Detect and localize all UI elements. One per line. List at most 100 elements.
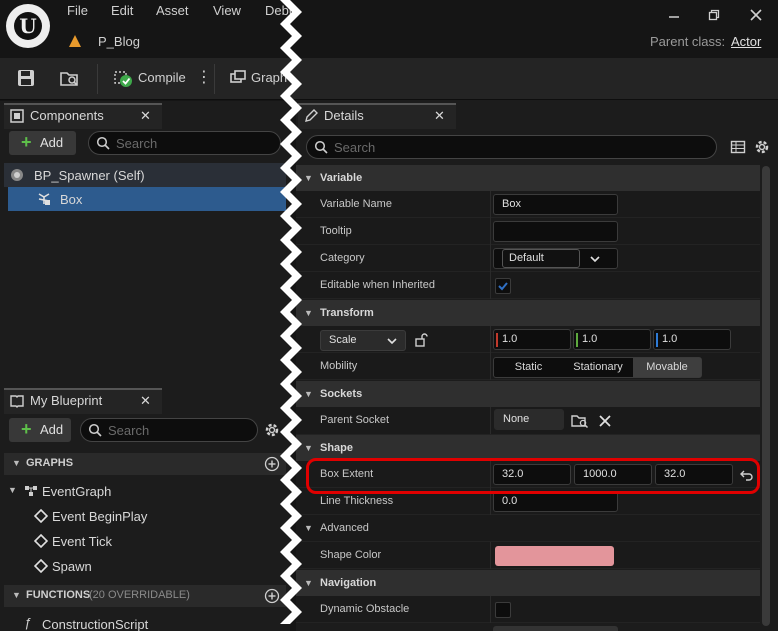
scale-y-input[interactable]: 1.0 (573, 329, 651, 350)
scale-x-input[interactable]: 1.0 (493, 329, 571, 350)
graph-icon[interactable] (228, 68, 248, 88)
components-search-input[interactable]: Search (88, 131, 281, 155)
chevron-down-icon[interactable] (590, 254, 600, 264)
category-text-input[interactable]: Default (502, 249, 580, 268)
sockets-category[interactable]: ▼ Sockets (296, 381, 760, 407)
search-icon (314, 140, 328, 154)
column-splitter[interactable] (490, 218, 491, 245)
editable-inherited-label: Editable when Inherited (320, 279, 435, 291)
parent-socket-field[interactable]: None (494, 409, 564, 430)
column-splitter[interactable] (490, 326, 491, 353)
parent-class-link[interactable]: Actor (731, 34, 761, 49)
shape-color-swatch[interactable] (495, 546, 614, 566)
asset-tab-label: P_Blog (98, 34, 140, 49)
maximize-button[interactable] (699, 6, 729, 26)
event-item[interactable]: Event BeginPlay (4, 504, 286, 528)
add-component-button[interactable]: + Add (9, 131, 76, 155)
shape-color-label: Shape Color (320, 549, 382, 561)
chevron-down-icon (387, 338, 397, 345)
unlock-icon[interactable] (414, 333, 428, 347)
construction-script-item[interactable]: ƒ ConstructionScript (4, 612, 286, 631)
menu-file[interactable]: File (67, 3, 88, 18)
details-tab[interactable]: Details ✕ (298, 103, 456, 129)
title-bar: U File Edit Asset View Debu P_Blog Paren… (0, 0, 778, 58)
event-item[interactable]: Event Tick (4, 529, 286, 553)
search-icon (88, 423, 102, 437)
tooltip-input[interactable] (493, 221, 618, 242)
next-row-field (493, 626, 618, 631)
table-view-icon[interactable] (730, 139, 746, 155)
column-splitter[interactable] (490, 191, 491, 218)
close-tab-icon[interactable]: ✕ (140, 393, 151, 409)
mobility-movable-option[interactable]: Movable (633, 358, 701, 377)
event-diamond-icon (34, 559, 48, 573)
functions-section-header[interactable]: ▼ FUNCTIONS (20 OVERRIDABLE) (4, 585, 286, 607)
column-splitter[interactable] (490, 272, 491, 299)
column-splitter[interactable] (490, 542, 491, 569)
editable-inherited-checkbox[interactable] (495, 278, 511, 294)
column-splitter[interactable] (490, 245, 491, 272)
my-blueprint-tab[interactable]: My Blueprint ✕ (4, 388, 162, 414)
tree-item-box-label: Box (60, 192, 83, 207)
scale-label: Scale (329, 334, 357, 346)
axis-y-marker (576, 333, 578, 347)
scale-z-input[interactable]: 1.0 (653, 329, 731, 350)
event-graph-item[interactable]: ▼ EventGraph (4, 479, 286, 503)
minimize-button[interactable] (659, 6, 689, 26)
parent-socket-row: Parent Socket None (296, 407, 760, 435)
browse-icon[interactable] (59, 68, 79, 88)
event-diamond-icon (34, 534, 48, 548)
search-icon (96, 136, 110, 150)
dynamic-obstacle-checkbox[interactable] (495, 602, 511, 618)
column-splitter[interactable] (490, 596, 491, 623)
menu-view[interactable]: View (213, 3, 241, 18)
event-graph-icon (25, 486, 37, 496)
checkmark-icon (498, 282, 508, 291)
tree-item-box[interactable]: Box (8, 187, 286, 211)
details-scrollbar[interactable] (762, 166, 770, 626)
navigation-category[interactable]: ▼ Navigation (296, 570, 760, 596)
transform-category[interactable]: ▼ Transform (296, 300, 760, 326)
save-icon[interactable] (16, 68, 36, 88)
unreal-logo-icon[interactable]: U (6, 4, 50, 48)
tree-item-self[interactable]: BP_Spawner (Self) (4, 163, 286, 187)
components-tab[interactable]: Components ✕ (4, 103, 162, 129)
clear-icon[interactable] (599, 415, 611, 427)
menu-asset[interactable]: Asset (156, 3, 189, 18)
column-splitter[interactable] (490, 407, 491, 434)
advanced-row[interactable]: ▼ Advanced (296, 515, 760, 542)
my-blueprint-tab-label: My Blueprint (30, 393, 103, 408)
category-combo[interactable]: Default (493, 248, 618, 269)
variable-name-input[interactable]: Box (493, 194, 618, 215)
variable-name-label: Variable Name (320, 198, 392, 210)
components-tab-label: Components (30, 108, 104, 123)
scale-y-value: 1.0 (582, 333, 598, 345)
event-beginplay-label: Event BeginPlay (52, 509, 148, 524)
graphs-section-header[interactable]: ▼ GRAPHS (4, 453, 286, 475)
plus-icon: + (21, 132, 32, 152)
mobility-label: Mobility (320, 360, 358, 372)
toolbar-divider (97, 64, 98, 94)
line-thickness-input[interactable]: 0.0 (493, 491, 618, 512)
mobility-static-option[interactable]: Static (494, 358, 563, 377)
event-item[interactable]: Spawn (4, 554, 286, 578)
settings-gear-icon[interactable] (753, 138, 771, 156)
close-window-button[interactable] (741, 6, 771, 26)
my-blueprint-search-input[interactable]: Search (80, 418, 258, 442)
compile-icon[interactable] (113, 68, 133, 88)
details-search-input[interactable]: Search (306, 135, 717, 159)
add-blueprint-item-button[interactable]: + Add (9, 418, 71, 442)
browse-socket-icon[interactable] (571, 413, 589, 429)
compile-button[interactable]: Compile (138, 70, 186, 85)
close-tab-icon[interactable]: ✕ (434, 108, 445, 124)
column-splitter[interactable] (490, 353, 491, 380)
shape-color-row: Shape Color (296, 542, 760, 569)
close-tab-icon[interactable]: ✕ (140, 108, 151, 124)
unreal-logo-mark: U (14, 12, 42, 40)
variable-category[interactable]: ▼ Variable (296, 165, 760, 191)
mobility-stationary-option[interactable]: Stationary (563, 358, 633, 377)
compile-options-icon[interactable]: ⋮ (196, 68, 212, 88)
menu-edit[interactable]: Edit (111, 3, 133, 18)
scale-mode-dropdown[interactable]: Scale (320, 330, 406, 351)
add-component-label: Add (40, 135, 64, 150)
